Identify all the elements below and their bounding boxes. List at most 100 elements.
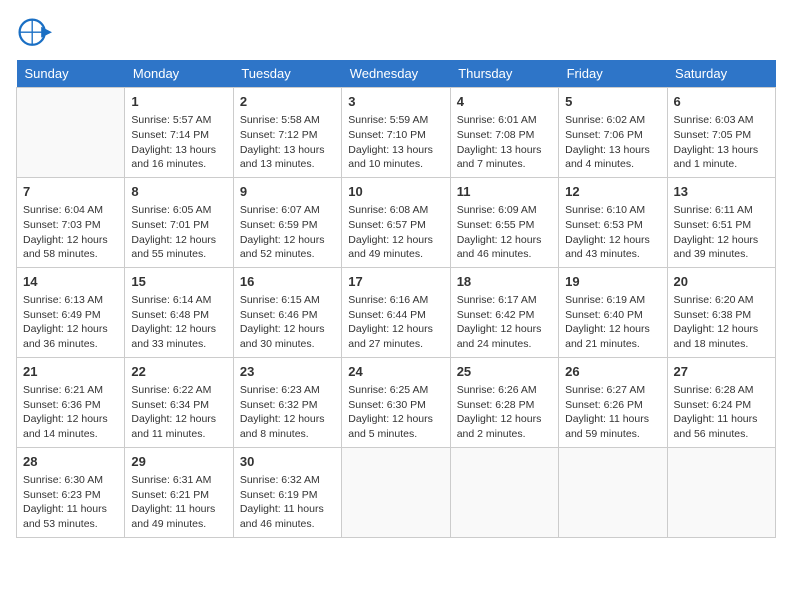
calendar-cell: 24 Sunrise: 6:25 AM Sunset: 6:30 PM Dayli… xyxy=(342,357,450,447)
day-number: 20 xyxy=(674,273,769,291)
day-number: 13 xyxy=(674,183,769,201)
header-day-thursday: Thursday xyxy=(450,60,558,88)
day-number: 24 xyxy=(348,363,443,381)
calendar-cell: 30 Sunrise: 6:32 AM Sunset: 6:19 PM Dayli… xyxy=(233,447,341,537)
day-number: 22 xyxy=(131,363,226,381)
day-info: Sunrise: 6:10 AM Sunset: 6:53 PM Dayligh… xyxy=(565,203,660,262)
calendar-cell: 21 Sunrise: 6:21 AM Sunset: 6:36 PM Dayli… xyxy=(17,357,125,447)
day-info: Sunrise: 6:05 AM Sunset: 7:01 PM Dayligh… xyxy=(131,203,226,262)
calendar-cell: 28 Sunrise: 6:30 AM Sunset: 6:23 PM Dayli… xyxy=(17,447,125,537)
calendar-cell: 26Sunrise: 6:27 AM Sunset: 6:26 PM Dayli… xyxy=(559,357,667,447)
calendar-cell: 20 Sunrise: 6:20 AM Sunset: 6:38 PM Dayli… xyxy=(667,267,775,357)
day-info: Sunrise: 6:30 AM Sunset: 6:23 PM Dayligh… xyxy=(23,473,118,532)
calendar-cell: 11 Sunrise: 6:09 AM Sunset: 6:55 PM Dayli… xyxy=(450,177,558,267)
calendar-cell: 25 Sunrise: 6:26 AM Sunset: 6:28 PM Dayli… xyxy=(450,357,558,447)
day-info: Sunrise: 6:08 AM Sunset: 6:57 PM Dayligh… xyxy=(348,203,443,262)
day-number: 30 xyxy=(240,453,335,471)
day-info: Sunrise: 5:58 AM Sunset: 7:12 PM Dayligh… xyxy=(240,113,335,172)
day-info: Sunrise: 6:23 AM Sunset: 6:32 PM Dayligh… xyxy=(240,383,335,442)
day-number: 17 xyxy=(348,273,443,291)
day-number: 4 xyxy=(457,93,552,111)
day-info: Sunrise: 6:20 AM Sunset: 6:38 PM Dayligh… xyxy=(674,293,769,352)
day-info: Sunrise: 6:01 AM Sunset: 7:08 PM Dayligh… xyxy=(457,113,552,172)
calendar-cell: 1 Sunrise: 5:57 AM Sunset: 7:14 PM Daylig… xyxy=(125,88,233,178)
day-info: Sunrise: 6:31 AM Sunset: 6:21 PM Dayligh… xyxy=(131,473,226,532)
calendar-cell: 13 Sunrise: 6:11 AM Sunset: 6:51 PM Dayli… xyxy=(667,177,775,267)
day-info: Sunrise: 6:27 AM Sunset: 6:26 PM Dayligh… xyxy=(565,383,660,442)
day-number: 12 xyxy=(565,183,660,201)
day-number: 21 xyxy=(23,363,118,381)
day-info: Sunrise: 6:09 AM Sunset: 6:55 PM Dayligh… xyxy=(457,203,552,262)
calendar-cell: 3 Sunrise: 5:59 AM Sunset: 7:10 PM Daylig… xyxy=(342,88,450,178)
header-day-friday: Friday xyxy=(559,60,667,88)
header-day-saturday: Saturday xyxy=(667,60,775,88)
day-number: 23 xyxy=(240,363,335,381)
day-number: 7 xyxy=(23,183,118,201)
calendar-cell: 14Sunrise: 6:13 AM Sunset: 6:49 PM Dayli… xyxy=(17,267,125,357)
calendar-cell: 7 Sunrise: 6:04 AM Sunset: 7:03 PM Daylig… xyxy=(17,177,125,267)
day-number: 19 xyxy=(565,273,660,291)
calendar-cell xyxy=(667,447,775,537)
day-number: 16 xyxy=(240,273,335,291)
header-day-sunday: Sunday xyxy=(17,60,125,88)
calendar-cell: 9Sunrise: 6:07 AM Sunset: 6:59 PM Daylig… xyxy=(233,177,341,267)
week-row-4: 28 Sunrise: 6:30 AM Sunset: 6:23 PM Dayli… xyxy=(17,447,776,537)
day-info: Sunrise: 6:32 AM Sunset: 6:19 PM Dayligh… xyxy=(240,473,335,532)
day-info: Sunrise: 6:11 AM Sunset: 6:51 PM Dayligh… xyxy=(674,203,769,262)
day-number: 2 xyxy=(240,93,335,111)
calendar-cell: 18 Sunrise: 6:17 AM Sunset: 6:42 PM Dayli… xyxy=(450,267,558,357)
day-info: Sunrise: 6:22 AM Sunset: 6:34 PM Dayligh… xyxy=(131,383,226,442)
calendar-cell: 17 Sunrise: 6:16 AM Sunset: 6:44 PM Dayli… xyxy=(342,267,450,357)
day-info: Sunrise: 6:02 AM Sunset: 7:06 PM Dayligh… xyxy=(565,113,660,172)
calendar-cell: 29 Sunrise: 6:31 AM Sunset: 6:21 PM Dayli… xyxy=(125,447,233,537)
day-info: Sunrise: 5:57 AM Sunset: 7:14 PM Dayligh… xyxy=(131,113,226,172)
week-row-1: 7 Sunrise: 6:04 AM Sunset: 7:03 PM Daylig… xyxy=(17,177,776,267)
day-info: Sunrise: 6:19 AM Sunset: 6:40 PM Dayligh… xyxy=(565,293,660,352)
day-info: Sunrise: 6:04 AM Sunset: 7:03 PM Dayligh… xyxy=(23,203,118,262)
calendar-table: SundayMondayTuesdayWednesdayThursdayFrid… xyxy=(16,60,776,538)
day-info: Sunrise: 6:26 AM Sunset: 6:28 PM Dayligh… xyxy=(457,383,552,442)
day-info: Sunrise: 6:28 AM Sunset: 6:24 PM Dayligh… xyxy=(674,383,769,442)
day-number: 29 xyxy=(131,453,226,471)
logo xyxy=(16,16,56,52)
week-row-3: 21 Sunrise: 6:21 AM Sunset: 6:36 PM Dayli… xyxy=(17,357,776,447)
day-info: Sunrise: 6:13 AM Sunset: 6:49 PM Dayligh… xyxy=(23,293,118,352)
logo-icon xyxy=(16,16,52,52)
day-info: Sunrise: 6:14 AM Sunset: 6:48 PM Dayligh… xyxy=(131,293,226,352)
header-day-monday: Monday xyxy=(125,60,233,88)
calendar-cell: 22 Sunrise: 6:22 AM Sunset: 6:34 PM Dayli… xyxy=(125,357,233,447)
calendar-cell: 8Sunrise: 6:05 AM Sunset: 7:01 PM Daylig… xyxy=(125,177,233,267)
calendar-cell: 10 Sunrise: 6:08 AM Sunset: 6:57 PM Dayli… xyxy=(342,177,450,267)
day-number: 10 xyxy=(348,183,443,201)
day-number: 25 xyxy=(457,363,552,381)
day-info: Sunrise: 5:59 AM Sunset: 7:10 PM Dayligh… xyxy=(348,113,443,172)
calendar-cell: 2 Sunrise: 5:58 AM Sunset: 7:12 PM Daylig… xyxy=(233,88,341,178)
day-number: 3 xyxy=(348,93,443,111)
calendar-cell: 15 Sunrise: 6:14 AM Sunset: 6:48 PM Dayli… xyxy=(125,267,233,357)
calendar-cell: 6Sunrise: 6:03 AM Sunset: 7:05 PM Daylig… xyxy=(667,88,775,178)
header-day-tuesday: Tuesday xyxy=(233,60,341,88)
day-number: 5 xyxy=(565,93,660,111)
day-info: Sunrise: 6:25 AM Sunset: 6:30 PM Dayligh… xyxy=(348,383,443,442)
day-number: 28 xyxy=(23,453,118,471)
header-day-wednesday: Wednesday xyxy=(342,60,450,88)
day-info: Sunrise: 6:16 AM Sunset: 6:44 PM Dayligh… xyxy=(348,293,443,352)
week-row-0: 1 Sunrise: 5:57 AM Sunset: 7:14 PM Daylig… xyxy=(17,88,776,178)
day-info: Sunrise: 6:21 AM Sunset: 6:36 PM Dayligh… xyxy=(23,383,118,442)
day-info: Sunrise: 6:15 AM Sunset: 6:46 PM Dayligh… xyxy=(240,293,335,352)
calendar-cell: 4 Sunrise: 6:01 AM Sunset: 7:08 PM Daylig… xyxy=(450,88,558,178)
page-header xyxy=(16,16,776,52)
calendar-cell xyxy=(559,447,667,537)
day-info: Sunrise: 6:17 AM Sunset: 6:42 PM Dayligh… xyxy=(457,293,552,352)
day-number: 27 xyxy=(674,363,769,381)
day-info: Sunrise: 6:03 AM Sunset: 7:05 PM Dayligh… xyxy=(674,113,769,172)
day-number: 1 xyxy=(131,93,226,111)
calendar-cell: 23 Sunrise: 6:23 AM Sunset: 6:32 PM Dayli… xyxy=(233,357,341,447)
week-row-2: 14Sunrise: 6:13 AM Sunset: 6:49 PM Dayli… xyxy=(17,267,776,357)
day-number: 11 xyxy=(457,183,552,201)
calendar-cell: 16 Sunrise: 6:15 AM Sunset: 6:46 PM Dayli… xyxy=(233,267,341,357)
header-row: SundayMondayTuesdayWednesdayThursdayFrid… xyxy=(17,60,776,88)
calendar-cell: 19 Sunrise: 6:19 AM Sunset: 6:40 PM Dayli… xyxy=(559,267,667,357)
day-number: 15 xyxy=(131,273,226,291)
day-number: 18 xyxy=(457,273,552,291)
